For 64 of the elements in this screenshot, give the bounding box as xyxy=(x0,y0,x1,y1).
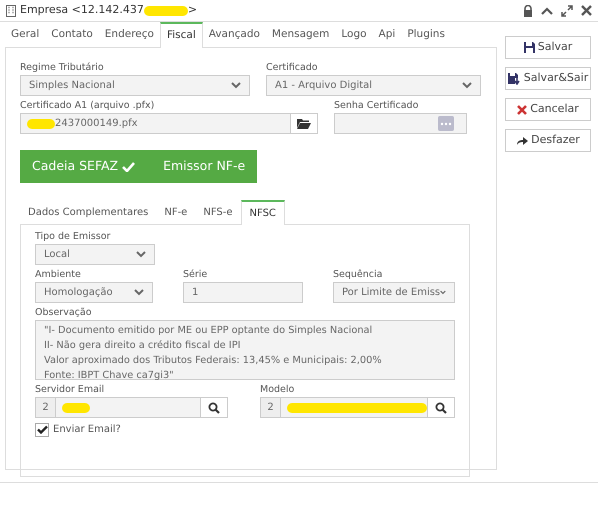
field-label: Série xyxy=(183,269,208,281)
tab[interactable]: Avançado xyxy=(202,21,266,47)
check-icon xyxy=(122,161,136,172)
close-icon[interactable] xyxy=(581,5,592,16)
tab[interactable]: Geral xyxy=(5,21,46,47)
chevron-down-icon xyxy=(136,251,146,258)
tab[interactable]: Dados Complementares xyxy=(20,199,156,224)
window-title: > xyxy=(188,2,198,18)
chevron-up-icon[interactable] xyxy=(541,6,553,14)
search-icon xyxy=(208,402,220,414)
select-field[interactable]: Local xyxy=(35,244,155,265)
chevron-down-icon xyxy=(462,82,472,89)
building-icon xyxy=(6,4,16,16)
tab[interactable]: Api xyxy=(372,21,402,47)
tab[interactable]: Plugins xyxy=(401,21,451,47)
field-label: Modelo xyxy=(260,384,296,396)
lookup-field[interactable]: 2 xyxy=(260,397,428,418)
folder-icon xyxy=(297,118,311,129)
floppy-icon xyxy=(524,42,535,53)
tab[interactable]: Mensagem xyxy=(266,21,336,47)
file-field[interactable]: 2437000149.pfx xyxy=(20,113,291,134)
field-label: Observação xyxy=(35,307,93,319)
browse-button[interactable] xyxy=(290,113,318,134)
expand-icon[interactable] xyxy=(561,4,573,16)
checkbox[interactable] xyxy=(35,422,49,436)
tab[interactable]: NFSC xyxy=(240,200,285,225)
tab[interactable]: Endereço xyxy=(98,21,160,47)
lock-icon[interactable] xyxy=(523,4,533,16)
undo-button[interactable]: Desfazer xyxy=(505,129,591,152)
field-label: Regime Tributário xyxy=(20,62,105,74)
chevron-down-icon xyxy=(440,289,446,296)
select-field[interactable]: A1 - Arquivo Digital xyxy=(266,75,481,96)
cancel-button[interactable]: Cancelar xyxy=(505,98,591,121)
field-label: Servidor Email xyxy=(35,384,106,396)
password-field[interactable] xyxy=(334,113,467,134)
field-label: Sequência xyxy=(333,269,384,281)
tab[interactable]: Contato xyxy=(45,21,99,47)
field-label: Certificado xyxy=(266,62,319,74)
save-button[interactable]: Salvar xyxy=(505,36,591,59)
search-icon xyxy=(435,402,447,414)
tab[interactable]: NFS-e xyxy=(195,199,241,224)
tab[interactable]: Logo xyxy=(335,21,373,47)
field-label: Tipo de Emissor xyxy=(35,231,112,243)
field-label: Senha Certificado xyxy=(334,100,420,112)
chevron-down-icon xyxy=(231,82,241,89)
lookup-field[interactable]: 2 xyxy=(35,397,201,418)
tab[interactable]: NF-e xyxy=(156,199,196,224)
select-field[interactable]: Simples Nacional xyxy=(20,75,250,96)
redo-arrow-icon xyxy=(516,136,528,146)
floppy-arrow-icon xyxy=(508,72,521,84)
search-button[interactable] xyxy=(427,397,455,418)
field-label: Ambiente xyxy=(35,269,82,281)
select-field[interactable]: Por Limite de Emiss xyxy=(333,282,455,303)
window-title: Empresa <12.142.437 xyxy=(20,2,144,18)
save-exit-button[interactable]: Salvar&Sair xyxy=(505,67,591,90)
serie-field[interactable]: 1 xyxy=(183,282,303,303)
observation-field[interactable]: "I- Documento emitido por ME ou EPP optante do Simples Nacional II- Não gera direito a crédito fiscal de IPI Valor aproximado dos Tributos Federais: 13,45% e Municipais: 2,00% Fonte: IBPT Chave ca7gi3" xyxy=(35,320,455,380)
select-field[interactable]: Homologação xyxy=(35,282,154,303)
field-label: Certificado A1 (arquivo .pfx) xyxy=(20,100,156,112)
x-icon xyxy=(517,104,528,114)
checkbox-label: Enviar Email? xyxy=(53,423,121,437)
chevron-down-icon xyxy=(134,289,144,296)
search-button[interactable] xyxy=(200,397,228,418)
tab[interactable]: Fiscal xyxy=(160,22,203,48)
